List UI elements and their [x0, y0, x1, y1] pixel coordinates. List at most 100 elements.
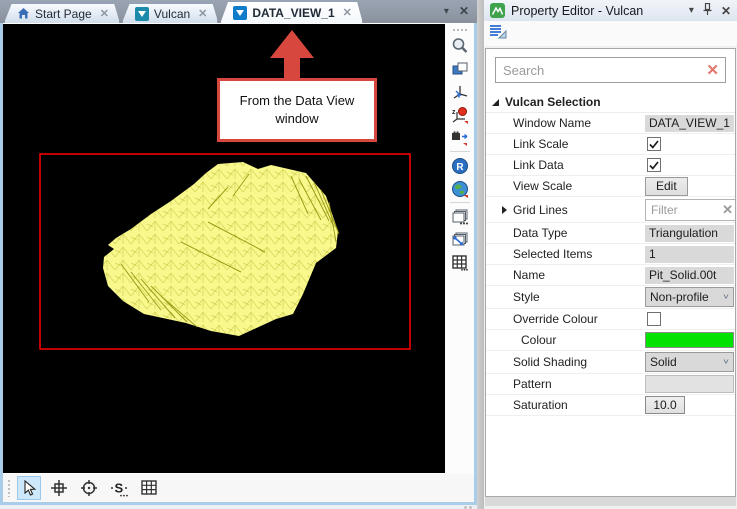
edit-button[interactable]: Edit: [645, 177, 688, 196]
layers-icon[interactable]: [448, 205, 472, 228]
property-row-grid-lines: Grid Lines ✕: [486, 197, 735, 223]
property-row-selected-items: Selected Items 1: [486, 244, 735, 265]
property-editor-toolbar: [484, 21, 737, 46]
property-row-override-colour: Override Colour: [486, 309, 735, 330]
style-dropdown[interactable]: Non-profile ˅: [645, 287, 734, 307]
property-row-name: Name Pit_Solid.00t: [486, 265, 735, 286]
property-list-icon[interactable]: [489, 23, 508, 45]
panel-footer-strip: [485, 497, 736, 506]
layers-transfer-icon[interactable]: [448, 228, 472, 251]
link-scale-checkbox[interactable]: [647, 137, 661, 151]
grid-table-icon[interactable]: [448, 251, 472, 274]
property-row-data-type: Data Type Triangulation: [486, 223, 735, 244]
tab-label: Vulcan: [154, 7, 190, 21]
property-editor-titlebar[interactable]: Property Editor - Vulcan ▾ ✕: [484, 0, 737, 21]
tab-data-view-1[interactable]: DATA_VIEW_1 ✕: [220, 1, 362, 23]
search-input[interactable]: [495, 57, 726, 83]
document-tab-bar: Start Page ✕ Vulcan ✕ DATA_VIEW_1 ✕ ▾ ✕: [0, 0, 477, 23]
toolbar-grip[interactable]: [452, 28, 468, 32]
chevron-down-icon: ˅: [723, 358, 729, 367]
solid-shading-dropdown[interactable]: Solid ˅: [645, 352, 734, 372]
annotation-callout: From the Data View window: [217, 78, 377, 142]
section-vulcan-selection[interactable]: Vulcan Selection: [486, 92, 735, 113]
window-name-value: DATA_VIEW_1: [645, 115, 734, 132]
plane-crosshair-icon[interactable]: [47, 476, 71, 500]
property-grid: Vulcan Selection Window Name DATA_VIEW_1…: [486, 92, 735, 416]
expander-closed-icon[interactable]: [502, 206, 507, 214]
property-row-link-scale: Link Scale: [486, 134, 735, 155]
search-clear-icon[interactable]: ✕: [706, 61, 719, 79]
tab-close-icon[interactable]: ✕: [100, 7, 109, 20]
svg-text:R: R: [456, 162, 464, 173]
snap-toolbar: S: [3, 474, 474, 502]
search-box: ✕: [495, 57, 726, 83]
tab-vulcan[interactable]: Vulcan ✕: [122, 3, 218, 23]
window-copy-icon[interactable]: [448, 57, 472, 80]
panel-title: Property Editor - Vulcan: [511, 4, 643, 18]
tab-label: Start Page: [35, 7, 92, 21]
property-row-link-data: Link Data: [486, 155, 735, 176]
annotation-arrow-icon: [266, 30, 318, 82]
tab-close-icon[interactable]: ✕: [343, 6, 352, 19]
colour-swatch[interactable]: [645, 332, 734, 348]
tab-list-menu-icon[interactable]: ▾: [444, 6, 449, 17]
expander-open-icon: [492, 99, 499, 106]
vulcan-logo-icon: [135, 7, 149, 21]
name-value: Pit_Solid.00t: [645, 267, 734, 284]
axes-pick-icon[interactable]: [448, 80, 472, 103]
property-editor-pane: Property Editor - Vulcan ▾ ✕ ✕: [484, 0, 737, 509]
application-window: Start Page ✕ Vulcan ✕ DATA_VIEW_1 ✕ ▾ ✕: [0, 0, 737, 509]
maptek-logo-icon: [490, 3, 505, 18]
pattern-value[interactable]: [645, 375, 734, 393]
override-colour-checkbox[interactable]: [647, 312, 661, 326]
close-view-icon[interactable]: ✕: [459, 4, 469, 18]
pin-icon[interactable]: [703, 2, 712, 20]
snap-mode-icon[interactable]: S: [107, 476, 131, 500]
triangulation-mesh: [103, 162, 339, 336]
svg-text:S: S: [115, 481, 124, 496]
property-row-saturation: Saturation 10.0: [486, 395, 735, 416]
property-row-view-scale: View Scale Edit: [486, 176, 735, 197]
tab-label: DATA_VIEW_1: [252, 6, 334, 20]
svg-text:z: z: [452, 109, 456, 116]
view-toolbar: z R: [445, 24, 474, 494]
globe-icon[interactable]: [448, 177, 472, 200]
panel-close-icon[interactable]: ✕: [721, 4, 731, 18]
selected-items-value: 1: [645, 246, 734, 263]
property-row-colour: Colour: [486, 330, 735, 351]
filter-clear-icon[interactable]: ✕: [722, 202, 733, 218]
viewport-pane: Start Page ✕ Vulcan ✕ DATA_VIEW_1 ✕ ▾ ✕: [0, 0, 477, 509]
circle-crosshair-icon[interactable]: [77, 476, 101, 500]
pane-splitter[interactable]: [477, 0, 484, 509]
home-icon: [17, 7, 30, 20]
toolbar-separator: [450, 151, 470, 152]
panel-menu-icon[interactable]: ▾: [689, 5, 694, 16]
tab-close-icon[interactable]: ✕: [198, 7, 207, 20]
saturation-value[interactable]: 10.0: [645, 396, 685, 414]
toolbar-separator: [450, 202, 470, 203]
3d-canvas[interactable]: From the Data View window: [3, 24, 445, 473]
section-label: Vulcan Selection: [505, 95, 601, 109]
link-data-checkbox[interactable]: [647, 158, 661, 172]
property-row-style: Style Non-profile ˅: [486, 286, 735, 309]
checkmark-icon: [649, 140, 659, 149]
z-axis-ball-icon[interactable]: z: [448, 103, 472, 126]
property-row-pattern: Pattern: [486, 374, 735, 395]
data-type-value: Triangulation: [645, 225, 734, 242]
camera-target-icon[interactable]: [448, 126, 472, 149]
tabbar-window-controls: ▾ ✕: [444, 4, 477, 18]
zoom-icon[interactable]: [448, 34, 472, 57]
property-row-solid-shading: Solid Shading Solid ˅: [486, 351, 735, 374]
checkmark-icon: [649, 161, 659, 170]
toolbar-grip[interactable]: [7, 479, 11, 497]
viewport-frame: From the Data View window z: [0, 23, 477, 505]
vulcan-logo-icon: [233, 6, 247, 20]
grid-snap-icon[interactable]: [137, 476, 161, 500]
annotation-text: From the Data View window: [228, 92, 366, 128]
register-icon[interactable]: R: [448, 154, 472, 177]
property-grid-container: ✕ Vulcan Selection Window Name DATA_VIEW…: [485, 48, 736, 497]
select-cursor-icon[interactable]: [17, 476, 41, 500]
chevron-down-icon: ˅: [723, 293, 729, 302]
property-row-window-name: Window Name DATA_VIEW_1: [486, 113, 735, 134]
tab-start-page[interactable]: Start Page ✕: [4, 3, 120, 23]
